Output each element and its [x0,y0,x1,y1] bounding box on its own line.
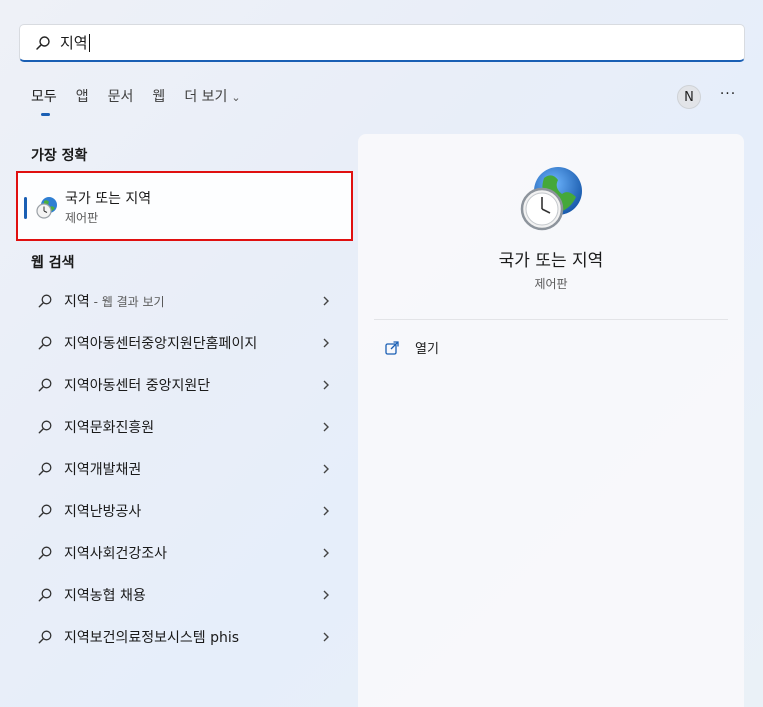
web-search-item[interactable]: 지역보건의료정보시스템 phis [20,616,342,658]
web-search-item-label: 지역개발채권 [64,462,142,478]
avatar[interactable]: N [677,85,701,109]
web-search-item-label: 지역보건의료정보시스템 phis [64,630,240,646]
web-search-item[interactable]: 지역아동센터 중앙지원단 [20,364,342,406]
web-search-item-label: 지역농협 채용 [64,588,146,604]
globe-clock-icon [35,196,59,220]
tab-documents[interactable]: 문서 [108,86,134,108]
tab-all[interactable]: 모두 [31,86,57,116]
selection-indicator [24,197,27,219]
chevron-right-icon [320,629,332,645]
tab-apps[interactable]: 앱 [76,86,89,108]
tab-more-label: 더 보기 [184,89,228,105]
web-search-item-label: 지역아동센터중앙지원단홈페이지 [64,336,258,352]
web-search-list: 지역 - 웹 결과 보기 지역아동센터중앙지원단홈페이지 지역아동센터 중앙지원… [20,280,342,658]
search-icon [37,377,53,393]
chevron-right-icon [320,419,332,435]
best-match-subtitle: 제어판 [65,211,99,225]
search-icon [37,461,53,477]
web-search-item-label: 지역난방공사 [64,504,142,520]
search-icon [37,545,53,561]
detail-title: 국가 또는 지역 [498,251,604,271]
web-search-item[interactable]: 지역농협 채용 [20,574,342,616]
search-icon [37,293,53,309]
web-search-item-label: 지역사회건강조사 [64,546,168,562]
detail-panel: 국가 또는 지역 제어판 열기 [358,134,744,707]
web-search-item[interactable]: 지역아동센터중앙지원단홈페이지 [20,322,342,364]
chevron-right-icon [320,545,332,561]
divider [374,319,728,320]
web-search-item[interactable]: 지역 - 웹 결과 보기 [20,280,342,322]
chevron-right-icon [320,461,332,477]
search-icon [37,419,53,435]
search-icon [37,629,53,645]
best-match-heading: 가장 정확 [31,148,88,164]
chevron-down-icon: ⌄ [231,91,241,104]
chevron-right-icon [320,293,332,309]
globe-clock-icon [516,164,586,234]
web-search-item[interactable]: 지역사회건강조사 [20,532,342,574]
search-icon [34,34,52,52]
chevron-right-icon [320,335,332,351]
search-icon [37,335,53,351]
open-action-label: 열기 [415,342,439,357]
text-caret [88,33,90,52]
web-search-item-suffix: - 웹 결과 보기 [89,295,165,309]
web-search-item-label: 지역문화진흥원 [64,420,155,436]
web-search-item[interactable]: 지역난방공사 [20,490,342,532]
chevron-right-icon [320,503,332,519]
web-search-item[interactable]: 지역문화진흥원 [20,406,342,448]
chevron-right-icon [320,377,332,393]
search-icon [37,587,53,603]
more-options-button[interactable]: ··· [718,86,738,106]
web-search-item-label: 지역 [64,294,90,310]
web-search-heading: 웹 검색 [31,255,75,271]
filter-tabs: 모두 앱 문서 웹 더 보기 ⌄ [31,86,260,116]
tab-web[interactable]: 웹 [152,86,165,108]
search-icon [37,503,53,519]
open-action[interactable]: 열기 [384,338,439,357]
best-match-name: 국가 또는 지역 [65,191,152,207]
search-input[interactable]: 지역 [19,24,745,62]
tab-more[interactable]: 더 보기 ⌄ [184,86,240,108]
chevron-right-icon [320,587,332,603]
best-match-item[interactable]: 국가 또는 지역 제어판 [16,171,353,241]
web-search-item-label: 지역아동센터 중앙지원단 [64,378,211,394]
search-query: 지역 [60,34,88,52]
detail-subtitle: 제어판 [534,277,568,291]
open-external-icon [384,340,400,356]
web-search-item[interactable]: 지역개발채권 [20,448,342,490]
